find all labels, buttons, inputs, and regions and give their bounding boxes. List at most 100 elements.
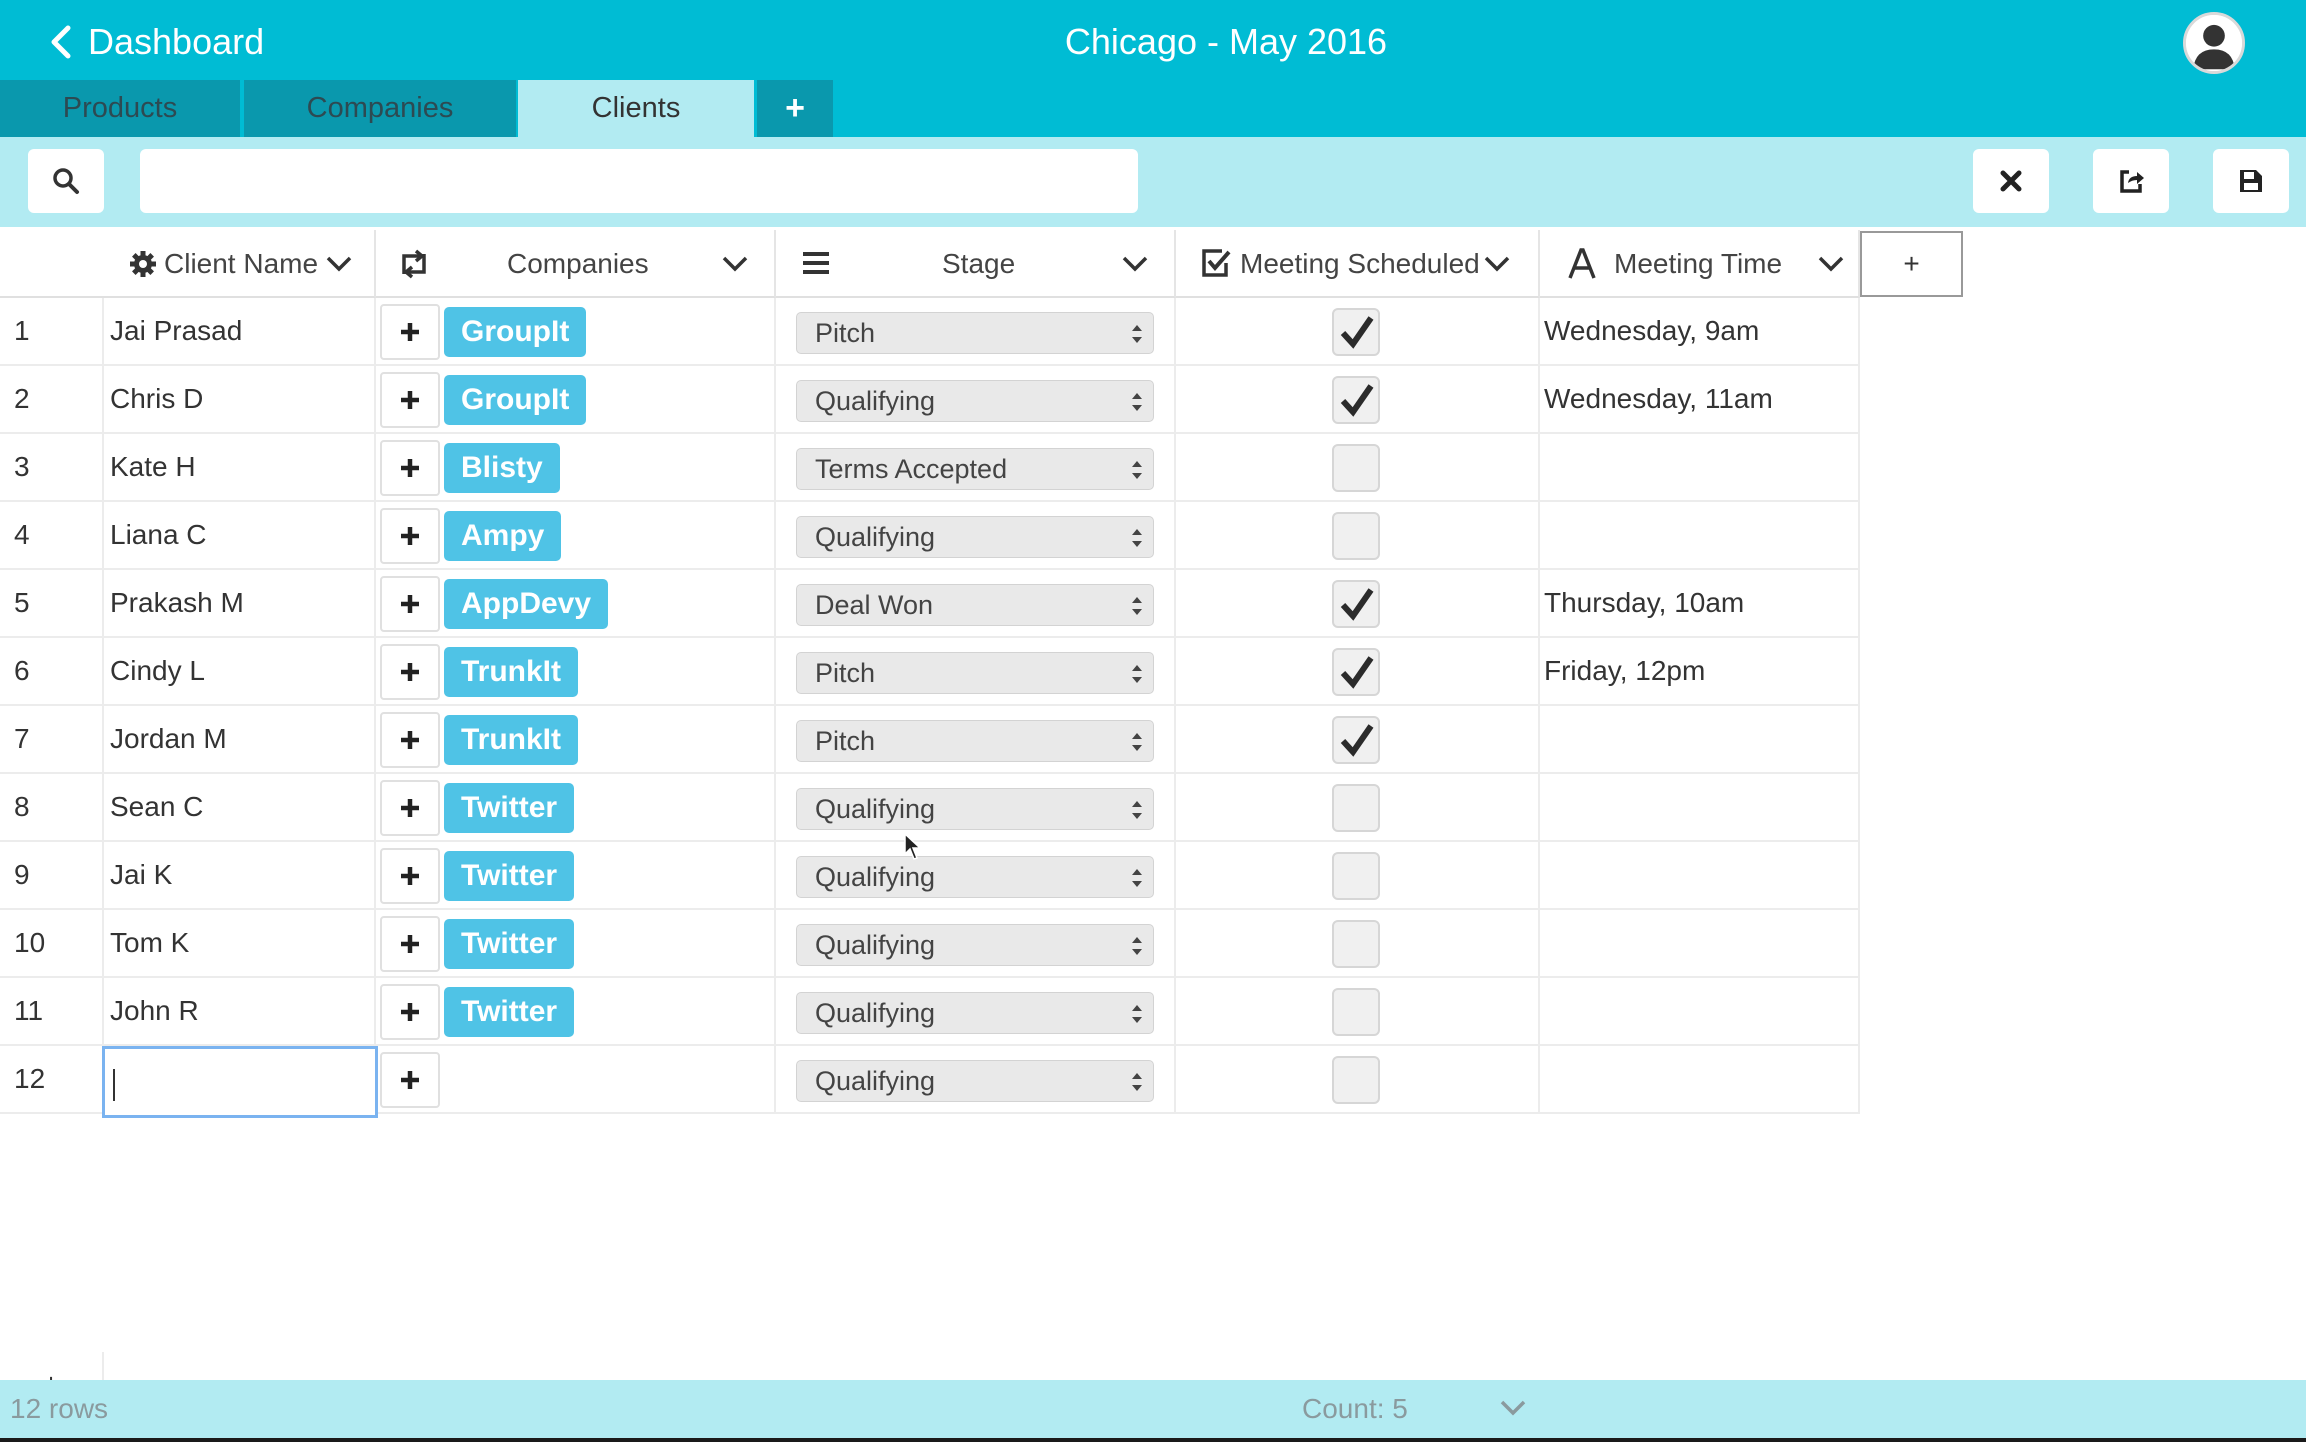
tab-clients[interactable]: Clients xyxy=(518,80,754,137)
meeting-scheduled-checkbox[interactable] xyxy=(1332,1056,1380,1104)
meeting-time-cell[interactable]: Friday, 12pm xyxy=(1540,638,1860,706)
company-chip[interactable]: Twitter xyxy=(444,987,575,1037)
client-name-cell[interactable]: John R xyxy=(104,978,376,1046)
add-company-button[interactable] xyxy=(380,916,440,972)
company-chip[interactable]: Ampy xyxy=(444,511,562,561)
select-arrows-icon xyxy=(1132,801,1142,819)
row-number: 10 xyxy=(0,910,104,978)
stage-select[interactable]: Pitch xyxy=(796,652,1154,694)
client-name-cell[interactable]: Cindy L xyxy=(104,638,376,706)
stage-select[interactable]: Qualifying xyxy=(796,1060,1154,1102)
client-name-cell[interactable]: Tom K xyxy=(104,910,376,978)
meeting-scheduled-checkbox[interactable] xyxy=(1332,784,1380,832)
chevron-down-icon[interactable] xyxy=(324,250,354,278)
stage-select[interactable]: Pitch xyxy=(796,720,1154,762)
meeting-time-cell[interactable]: Wednesday, 11am xyxy=(1540,366,1860,434)
share-button[interactable] xyxy=(2093,149,2169,213)
tab-companies[interactable]: Companies xyxy=(244,80,516,137)
meeting-time-cell[interactable]: Wednesday, 9am xyxy=(1540,298,1860,366)
client-name-cell[interactable]: Sean C xyxy=(104,774,376,842)
meeting-time-cell[interactable] xyxy=(1540,774,1860,842)
add-column-button[interactable]: + xyxy=(1860,231,1963,297)
stage-select[interactable]: Qualifying xyxy=(796,924,1154,966)
add-company-button[interactable] xyxy=(380,372,440,428)
stage-select[interactable]: Qualifying xyxy=(796,788,1154,830)
company-chip[interactable]: Twitter xyxy=(444,783,575,833)
add-company-button[interactable] xyxy=(380,508,440,564)
chevron-down-icon[interactable] xyxy=(1498,1394,1528,1422)
stage-select[interactable]: Qualifying xyxy=(796,992,1154,1034)
meeting-time-cell[interactable] xyxy=(1540,434,1860,502)
column-header-meeting-time[interactable]: Meeting Time xyxy=(1540,230,1860,298)
add-company-button[interactable] xyxy=(380,576,440,632)
column-header-companies[interactable]: Companies xyxy=(376,230,776,298)
add-company-button[interactable] xyxy=(380,644,440,700)
meeting-time-cell[interactable] xyxy=(1540,910,1860,978)
meeting-scheduled-checkbox[interactable] xyxy=(1332,444,1380,492)
search-button[interactable] xyxy=(28,149,104,213)
company-chip[interactable]: Twitter xyxy=(444,919,575,969)
chevron-down-icon[interactable] xyxy=(720,250,750,278)
stage-select[interactable]: Terms Accepted xyxy=(796,448,1154,490)
meeting-scheduled-checkbox[interactable] xyxy=(1332,988,1380,1036)
add-company-button[interactable] xyxy=(380,780,440,836)
meeting-time-cell[interactable]: Thursday, 10am xyxy=(1540,570,1860,638)
stage-select[interactable]: Deal Won xyxy=(796,584,1154,626)
add-company-button[interactable] xyxy=(380,304,440,360)
add-company-button[interactable] xyxy=(380,712,440,768)
meeting-scheduled-checkbox[interactable] xyxy=(1332,512,1380,560)
meeting-time-cell[interactable] xyxy=(1540,842,1860,910)
column-header-meeting-scheduled[interactable]: Meeting Scheduled xyxy=(1176,230,1540,298)
meeting-time-cell[interactable] xyxy=(1540,502,1860,570)
add-company-button[interactable] xyxy=(380,984,440,1040)
add-company-button[interactable] xyxy=(380,440,440,496)
company-chip[interactable]: Blisty xyxy=(444,443,560,493)
company-chip[interactable]: GroupIt xyxy=(444,375,587,425)
client-name-cell[interactable]: Liana C xyxy=(104,502,376,570)
company-chip[interactable]: GroupIt xyxy=(444,307,587,357)
column-header-client-name[interactable]: Client Name xyxy=(104,230,376,298)
add-tab-button[interactable]: + xyxy=(757,80,833,137)
checkmark-icon xyxy=(1340,316,1374,349)
stage-select[interactable]: Qualifying xyxy=(796,516,1154,558)
client-name-cell[interactable]: Jordan M xyxy=(104,706,376,774)
column-header-stage[interactable]: Stage xyxy=(776,230,1176,298)
chevron-down-icon[interactable] xyxy=(1816,250,1846,278)
client-name-cell[interactable]: Jai K xyxy=(104,842,376,910)
chevron-down-icon[interactable] xyxy=(1482,250,1512,278)
client-name-cell[interactable]: Prakash M xyxy=(104,570,376,638)
meeting-scheduled-checkbox[interactable] xyxy=(1332,716,1380,764)
client-name-cell[interactable]: Chris D xyxy=(104,366,376,434)
company-chip[interactable]: TrunkIt xyxy=(444,715,579,765)
client-name-cell[interactable]: Kate H xyxy=(104,434,376,502)
meeting-time-cell[interactable] xyxy=(1540,706,1860,774)
active-cell-editor[interactable] xyxy=(102,1046,378,1118)
companies-cell: GroupIt xyxy=(376,366,776,434)
meeting-scheduled-checkbox[interactable] xyxy=(1332,376,1380,424)
add-company-button[interactable] xyxy=(380,1052,440,1108)
stage-select[interactable]: Pitch xyxy=(796,312,1154,354)
company-chip[interactable]: Twitter xyxy=(444,851,575,901)
meeting-scheduled-checkbox[interactable] xyxy=(1332,852,1380,900)
company-chip[interactable]: AppDevy xyxy=(444,579,609,629)
meeting-scheduled-checkbox[interactable] xyxy=(1332,308,1380,356)
tab-products[interactable]: Products xyxy=(0,80,240,137)
stage-select[interactable]: Qualifying xyxy=(796,380,1154,422)
meeting-scheduled-checkbox[interactable] xyxy=(1332,920,1380,968)
stage-select[interactable]: Qualifying xyxy=(796,856,1154,898)
company-chip[interactable]: TrunkIt xyxy=(444,647,579,697)
meeting-scheduled-checkbox[interactable] xyxy=(1332,580,1380,628)
save-button[interactable] xyxy=(2213,149,2289,213)
clear-button[interactable] xyxy=(1973,149,2049,213)
stage-value: Qualifying xyxy=(815,930,936,960)
add-company-button[interactable] xyxy=(380,848,440,904)
meeting-time-cell[interactable] xyxy=(1540,1046,1860,1114)
row-number: 7 xyxy=(0,706,104,774)
client-name-cell[interactable]: Jai Prasad xyxy=(104,298,376,366)
meeting-time-cell[interactable] xyxy=(1540,978,1860,1046)
search-input[interactable] xyxy=(140,149,1138,213)
user-avatar[interactable] xyxy=(2183,12,2245,74)
chevron-down-icon[interactable] xyxy=(1120,250,1150,278)
table-row: 10 Tom K Twitter Qualifying xyxy=(0,910,1860,978)
meeting-scheduled-checkbox[interactable] xyxy=(1332,648,1380,696)
